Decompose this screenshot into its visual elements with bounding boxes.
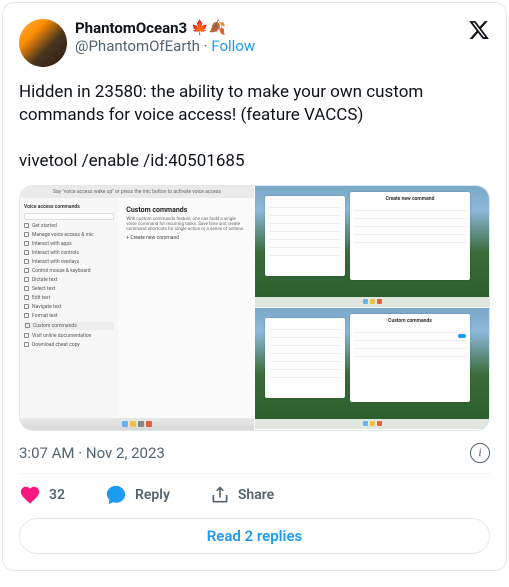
handle[interactable]: @PhantomOfEarth — [75, 37, 200, 55]
tweet-card: PhantomOcean3 🍁🍂 @PhantomOfEarth · Follo… — [2, 2, 507, 571]
tweet-text: Hidden in 23580: the ability to make you… — [19, 81, 490, 173]
controls-icon — [24, 250, 29, 255]
settings-sidebar: Voice access commands Get started Manage… — [20, 198, 118, 418]
sidebar-item: Edit text — [24, 295, 114, 301]
tweet-header: PhantomOcean3 🍁🍂 @PhantomOfEarth · Follo… — [19, 19, 490, 67]
sidebar-item: Format text — [24, 313, 114, 319]
screenshot-bottom-right: ⠀⠀⠀⠀⠀⠀⠀ Custom commands ⠀⠀⠀⠀ — [255, 308, 489, 430]
share-label: Share — [238, 487, 274, 503]
download-icon — [24, 342, 29, 347]
main-desc: With custom commands feature, one can bu… — [126, 217, 246, 232]
heart-icon — [19, 484, 41, 506]
name-emoji: 🍁🍂 — [191, 20, 226, 37]
reply-icon — [105, 484, 127, 506]
sidebar-item: Get started — [24, 223, 114, 229]
create-command-btn: + Create new command — [126, 235, 246, 241]
reply-button[interactable]: Reply — [105, 484, 170, 506]
sidebar-item: Interact with apps — [24, 241, 114, 247]
reply-label: Reply — [135, 487, 170, 503]
search-input — [24, 213, 114, 220]
dialog-title: Custom commands — [354, 318, 466, 324]
mouse-icon — [24, 268, 29, 273]
format-icon — [24, 313, 29, 318]
screenshot-left: Say "voice access wake up" or press the … — [20, 186, 255, 430]
share-icon — [210, 485, 230, 505]
edit-icon — [24, 295, 29, 300]
taskbar — [20, 418, 254, 430]
settings-pane: Voice access commands Get started Manage… — [20, 198, 254, 418]
taskbar — [255, 419, 489, 429]
select-icon — [24, 286, 29, 291]
main-heading: Custom commands — [126, 206, 246, 214]
sidebar-item: Dictate text — [24, 277, 114, 283]
mic-icon — [24, 232, 29, 237]
author-names: PhantomOcean3 🍁🍂 @PhantomOfEarth · Follo… — [75, 19, 255, 55]
nav-icon — [24, 304, 29, 309]
apps-icon — [24, 241, 29, 246]
follow-link[interactable]: Follow — [211, 37, 255, 55]
info-icon[interactable]: i — [470, 443, 490, 463]
display-name[interactable]: PhantomOcean3 🍁🍂 — [75, 19, 255, 37]
like-count: 32 — [49, 487, 65, 503]
like-button[interactable]: 32 — [19, 484, 65, 506]
sidebar-item: Select text — [24, 286, 114, 292]
sidebar-item: Navigate text — [24, 304, 114, 310]
sidebar-item: Interact with controls — [24, 250, 114, 256]
settings-main: Custom commands With custom commands fea… — [118, 198, 254, 418]
dictate-icon — [24, 277, 29, 282]
tweet-media[interactable]: Say "voice access wake up" or press the … — [19, 185, 490, 431]
play-icon — [24, 223, 29, 228]
voice-access-topbar: Say "voice access wake up" or press the … — [20, 186, 254, 198]
dialog-title: Create new command — [354, 196, 466, 202]
divider — [19, 473, 490, 474]
timestamp-row: 3:07 AM · Nov 2, 2023 i — [19, 443, 490, 463]
sidebar-item: Download cheat copy — [24, 342, 114, 348]
custom-icon — [25, 323, 30, 328]
x-logo-icon[interactable] — [468, 19, 490, 41]
overlay-icon — [24, 259, 29, 264]
screenshot-right-col: ⠀⠀⠀⠀⠀⠀⠀ Create new command ⠀⠀⠀⠀⠀ ⠀⠀⠀⠀⠀⠀⠀… — [255, 186, 489, 430]
read-replies-button[interactable]: Read 2 replies — [19, 518, 490, 554]
doc-icon — [24, 333, 29, 338]
actions-row: 32 Reply Share — [19, 484, 490, 506]
dialog-window: Custom commands ⠀⠀⠀⠀ — [350, 314, 470, 402]
handle-line: @PhantomOfEarth · Follow — [75, 37, 255, 55]
settings-window: ⠀⠀⠀⠀⠀⠀⠀ — [265, 196, 345, 276]
sidebar-item: Interact with overlays — [24, 259, 114, 265]
sidebar-item: Visit online documentation — [24, 333, 114, 339]
display-name-text: PhantomOcean3 — [75, 19, 187, 37]
sidebar-item: Manage voice access & mic — [24, 232, 114, 238]
sidebar-item-custom: Custom commands — [24, 322, 114, 330]
screenshot-top-right: ⠀⠀⠀⠀⠀⠀⠀ Create new command ⠀⠀⠀⠀⠀ — [255, 186, 489, 308]
share-button[interactable]: Share — [210, 485, 274, 505]
timestamp[interactable]: 3:07 AM · Nov 2, 2023 — [19, 444, 165, 462]
settings-window: ⠀⠀⠀⠀⠀⠀⠀ — [265, 318, 345, 398]
taskbar — [255, 297, 489, 307]
dialog-window: Create new command ⠀⠀⠀⠀⠀ — [350, 192, 470, 280]
toggle-icon — [458, 334, 466, 338]
avatar[interactable] — [19, 19, 67, 67]
sidebar-item: Control mouse & keyboard — [24, 268, 114, 274]
sidebar-title: Voice access commands — [24, 204, 114, 210]
